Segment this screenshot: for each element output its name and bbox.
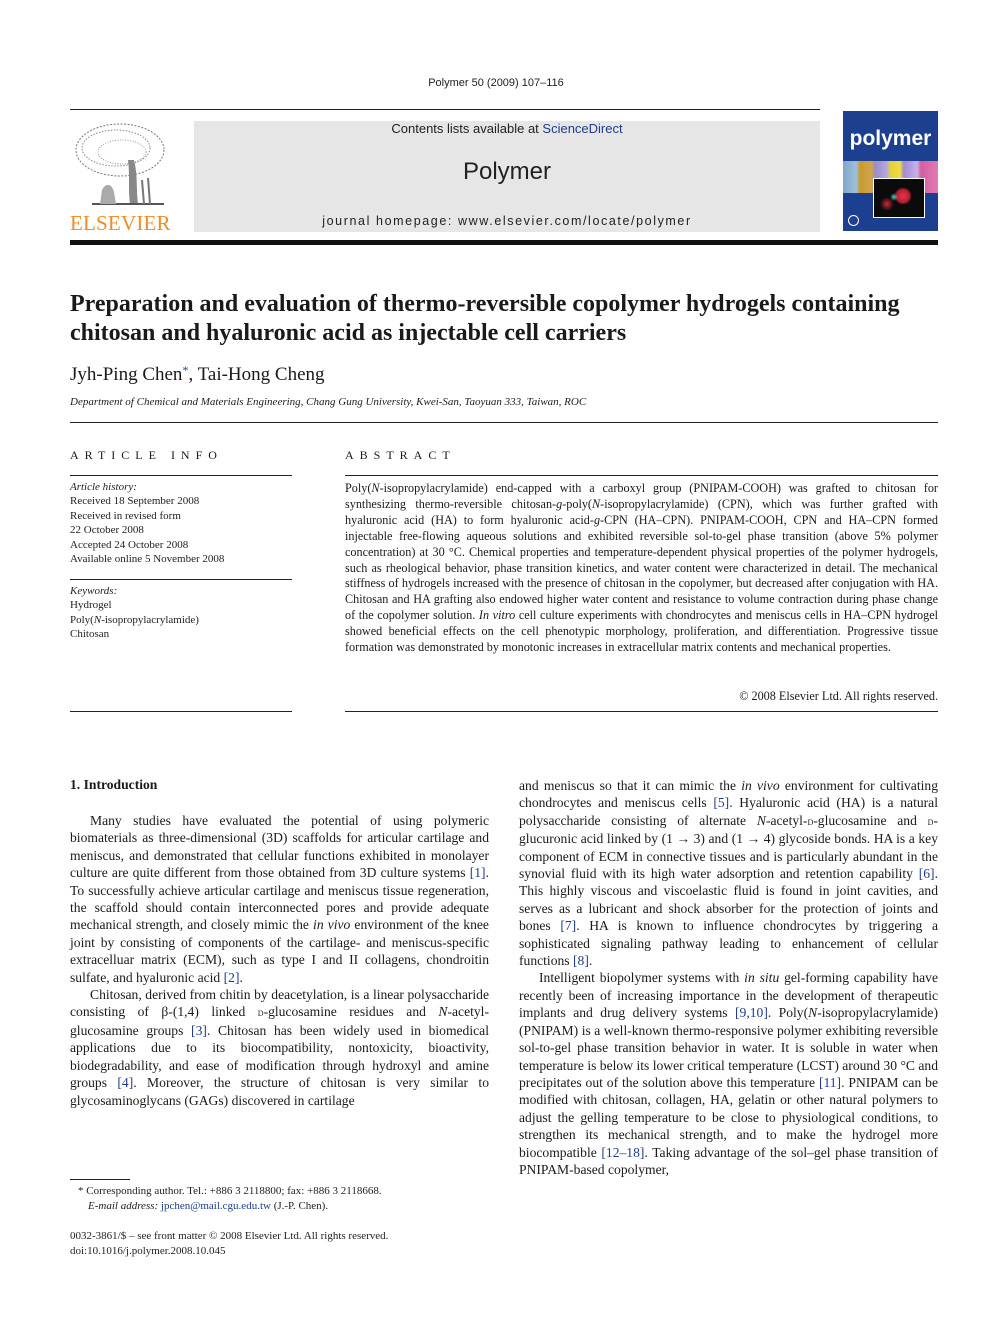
keywords-rule	[70, 579, 292, 580]
citation-link[interactable]: [9,10]	[735, 1005, 768, 1020]
contents-line: Contents lists available at ScienceDirec…	[194, 121, 820, 136]
elsevier-logo[interactable]: ELSEVIER	[70, 118, 171, 236]
footnote-contact: Corresponding author. Tel.: +886 3 21188…	[83, 1185, 382, 1197]
body-text: and meniscus so that it can mimic the	[519, 778, 742, 793]
cell-nucleus-shape	[890, 193, 898, 201]
keyword: Chitosan	[70, 628, 110, 641]
journal-homepage[interactable]: journal homepage: www.elsevier.com/locat…	[194, 214, 820, 228]
abstract-text: -poly(	[562, 496, 592, 511]
keywords-label: Keywords:	[70, 585, 118, 597]
author-separator: ,	[188, 364, 198, 385]
footnote-line: * Corresponding author. Tel.: +886 3 211…	[78, 1184, 498, 1199]
abstract-italic: In vitro	[478, 608, 516, 623]
body-text: -acetyl-	[765, 812, 808, 828]
abstract-italic: N	[592, 496, 601, 511]
email-link[interactable]: jpchen@mail.cgu.edu.tw	[161, 1200, 271, 1212]
body-text: .	[588, 953, 593, 969]
cover-badge-icon	[848, 215, 859, 226]
abstract-rule	[345, 475, 938, 476]
citation-link[interactable]: [2]	[224, 970, 240, 985]
keywords: Keywords: Hydrogel Poly(N-isopropylacryl…	[70, 584, 292, 642]
citation-link[interactable]: [8]	[573, 953, 589, 968]
author-name[interactable]: Jyh-Ping Chen	[70, 364, 182, 385]
title-line-1: Preparation and evaluation of thermo-rev…	[70, 291, 900, 317]
abstract-text: Poly(	[345, 481, 372, 495]
body-italic: in situ	[744, 970, 780, 986]
keyword-part: Poly(	[70, 613, 94, 626]
citation-link[interactable]: [11]	[819, 1075, 841, 1090]
author-name[interactable]: Tai-Hong Cheng	[198, 364, 325, 385]
citation-link[interactable]: [7]	[560, 918, 576, 933]
email-suffix: (J.-P. Chen).	[270, 1199, 329, 1212]
body-text: -glucosamine and	[813, 812, 928, 828]
header-rule	[70, 109, 820, 110]
article-title: Preparation and evaluation of thermo-rev…	[70, 290, 940, 348]
affiliation: Department of Chemical and Materials Eng…	[70, 396, 587, 408]
doi-line[interactable]: doi:10.1016/j.polymer.2008.10.045	[70, 1244, 490, 1259]
citation-link[interactable]: [1]	[470, 865, 486, 880]
keyword: Hydrogel	[70, 599, 112, 612]
contents-prefix: Contents lists available at	[391, 121, 543, 136]
header-thick-rule	[70, 240, 938, 245]
body-text: . Moreover, the structure of chitosan is…	[70, 1075, 489, 1108]
issn-line: 0032-3861/$ – see front matter © 2008 El…	[70, 1230, 389, 1242]
abstract-italic: N	[371, 481, 380, 495]
history-item: Received in revised form	[70, 509, 181, 522]
article-info-label: ARTICLE INFO	[70, 448, 223, 462]
title-line-2: chitosan and hyaluronic acid as injectab…	[70, 320, 627, 346]
journal-cover[interactable]: polymer	[843, 111, 938, 231]
citation-link[interactable]: [3]	[191, 1023, 207, 1038]
footnote-line: E-mail address: jpchen@mail.cgu.edu.tw (…	[78, 1199, 498, 1214]
elsevier-wordmark: ELSEVIER	[70, 211, 171, 235]
footnote-rule	[70, 1179, 130, 1180]
body-column-left: Many studies have evaluated the potentia…	[70, 812, 489, 1109]
corresponding-author-footnote: * Corresponding author. Tel.: +886 3 211…	[78, 1184, 498, 1213]
sciencedirect-link[interactable]: ScienceDirect	[542, 121, 622, 136]
front-matter: 0032-3861/$ – see front matter © 2008 El…	[70, 1229, 490, 1258]
paragraph: and meniscus so that it can mimic the in…	[519, 777, 938, 969]
history-item: Received 18 September 2008	[70, 495, 200, 508]
paragraph: Intelligent biopolymer systems with in s…	[519, 969, 938, 1178]
body-text: Many studies have evaluated the potentia…	[70, 813, 489, 881]
article-history: Article history: Received 18 September 2…	[70, 480, 292, 566]
email-label: E-mail address:	[88, 1199, 159, 1212]
affiliation-rule	[70, 422, 938, 423]
running-head: Polymer 50 (2009) 107–116	[428, 77, 564, 89]
article-history-label: Article history:	[70, 481, 137, 493]
body-italic: N	[808, 1005, 818, 1021]
citation-link[interactable]: [12–18]	[601, 1145, 644, 1160]
article-info-bottom-rule	[70, 711, 292, 712]
body-text: .	[239, 969, 243, 985]
keyword: Poly(N-isopropylacrylamide)	[70, 613, 292, 627]
article-info-rule	[70, 475, 292, 476]
abstract-body: Poly(N-isopropylacrylamide) end-capped w…	[345, 481, 938, 656]
citation-link[interactable]: [4]	[117, 1075, 133, 1090]
author-list: Jyh-Ping Chen*, Tai-Hong Cheng	[70, 363, 325, 386]
keyword-part: -isopropylacrylamide)	[101, 613, 199, 626]
history-item: 22 October 2008	[70, 524, 144, 537]
paragraph: Many studies have evaluated the potentia…	[70, 812, 489, 986]
abstract-bottom-rule	[345, 711, 938, 712]
abstract-text: -CPN (HA–CPN). PNIPAM-COOH, CPN and HA–C…	[345, 512, 938, 623]
paragraph: Chitosan, derived from chitin by deacety…	[70, 986, 489, 1109]
history-item: Accepted 24 October 2008	[70, 538, 189, 551]
body-text: -glucosamine residues and	[263, 1004, 439, 1020]
section-heading-introduction: 1. Introduction	[70, 777, 158, 792]
abstract-copyright: © 2008 Elsevier Ltd. All rights reserved…	[739, 689, 938, 703]
abstract-label: ABSTRACT	[345, 448, 456, 462]
body-italic: in vivo	[741, 778, 780, 793]
body-column-right: and meniscus so that it can mimic the in…	[519, 777, 938, 1178]
citation-link[interactable]: [6]	[919, 866, 935, 881]
cover-title: polymer	[849, 127, 932, 150]
history-item: Available online 5 November 2008	[70, 553, 225, 566]
body-text: Intelligent biopolymer systems with	[539, 970, 745, 986]
journal-name: Polymer	[462, 158, 552, 185]
elsevier-tree-icon	[75, 123, 165, 205]
citation-link[interactable]: [5]	[713, 795, 729, 810]
body-italic: in vivo	[313, 917, 351, 933]
body-italic: N	[756, 812, 766, 828]
cover-micrograph	[873, 178, 925, 218]
body-text: . Poly(	[767, 1005, 809, 1021]
journal-header-box: Contents lists available at ScienceDirec…	[194, 121, 820, 232]
